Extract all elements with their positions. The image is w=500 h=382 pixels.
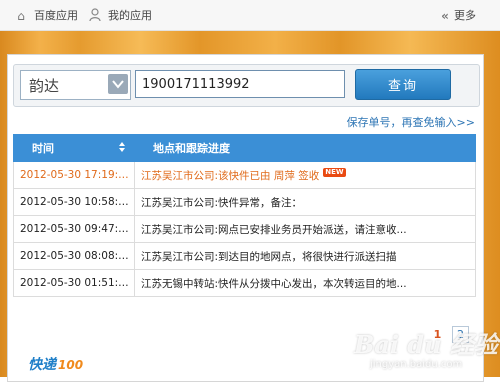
row-status: 江苏吴江市公司:到达目的地网点，将很快进行派送扫描: [134, 242, 476, 270]
table-header-row: 时间 地点和跟踪进度: [13, 134, 476, 162]
row-status: 江苏吴江市公司:该快件已由 周萍 签收 NEW: [134, 161, 476, 189]
table-row: 2012-05-30 17:19:24 江苏吴江市公司:该快件已由 周萍 签收 N…: [13, 161, 476, 189]
wood-frame: 韵达 查询 保存单号，再查免输入>> 时间: [0, 31, 500, 382]
table-row: 2012-05-30 08:08:02 江苏吴江市公司:到达目的地网点，将很快进…: [13, 242, 476, 270]
double-chevron-left-icon: «: [441, 9, 449, 23]
table-row: 2012-05-30 09:47:10 江苏吴江市公司:网点已安排业务员开始派送…: [13, 215, 476, 243]
tracking-number-input[interactable]: [135, 70, 345, 98]
nav-baidu-apps-label: 百度应用: [34, 9, 78, 22]
column-header-time-label: 时间: [32, 142, 54, 155]
chevron-down-icon[interactable]: [108, 74, 128, 94]
nav-baidu-apps[interactable]: ⌂ 百度应用: [14, 8, 84, 24]
nav-my-apps[interactable]: 我的应用: [88, 8, 168, 24]
baidu-jingyan-watermark: Bai du 经验 jingyan.baidu.com: [346, 319, 498, 381]
row-status: 江苏吴江市公司:快件异常，备注：: [134, 188, 476, 216]
nav-my-apps-label: 我的应用: [108, 9, 152, 22]
row-time: 2012-05-30 17:19:24: [13, 161, 135, 189]
logo-suffix: 100: [58, 358, 84, 372]
row-time: 2012-05-30 09:47:10: [13, 215, 135, 243]
carrier-select-value: 韵达: [29, 77, 60, 95]
carrier-select[interactable]: 韵达: [20, 70, 131, 100]
column-header-progress: 地点和跟踪进度: [134, 134, 476, 162]
table-row: 2012-05-30 10:58:02 江苏吴江市公司:快件异常，备注：: [13, 188, 476, 216]
row-time: 2012-05-30 08:08:02: [13, 242, 135, 270]
sort-icon[interactable]: [118, 141, 126, 156]
column-header-time[interactable]: 时间: [13, 134, 135, 162]
search-area: 韵达 查询: [13, 64, 480, 107]
top-nav-bar: ⌂ 百度应用 我的应用 « 更多: [0, 0, 500, 31]
home-icon: ⌂: [17, 9, 25, 23]
user-icon: [88, 8, 102, 24]
nav-more[interactable]: « 更多: [438, 8, 488, 24]
row-time: 2012-05-30 01:51:20: [13, 269, 135, 297]
save-number-link[interactable]: 保存单号，再查免输入>>: [347, 114, 475, 130]
row-time: 2012-05-30 10:58:02: [13, 188, 135, 216]
nav-more-label: 更多: [454, 9, 476, 22]
watermark-url: jingyan.baidu.com: [370, 359, 463, 370]
table-row: 2012-05-30 01:51:20 江苏无锡中转站:快件从分拨中心发出，本次…: [13, 269, 476, 297]
row-status: 江苏吴江市公司:网点已安排业务员开始派送，请注意收...: [134, 215, 476, 243]
row-status-text: 江苏吴江市公司:该快件已由 周萍 签收: [141, 169, 320, 182]
query-button[interactable]: 查询: [355, 69, 451, 100]
new-badge: NEW: [323, 167, 346, 177]
logo-main: 快递: [28, 357, 56, 373]
tracking-table: 时间 地点和跟踪进度 2012-05-30 17:19:24 江苏吴江市公司:该…: [13, 134, 476, 297]
watermark-main: Bai du 经验: [354, 330, 498, 359]
row-status: 江苏无锡中转站:快件从分拨中心发出，本次转运目的地...: [134, 269, 476, 297]
column-header-progress-label: 地点和跟踪进度: [153, 142, 230, 155]
kuaidi100-logo[interactable]: 快递 100: [28, 354, 83, 374]
